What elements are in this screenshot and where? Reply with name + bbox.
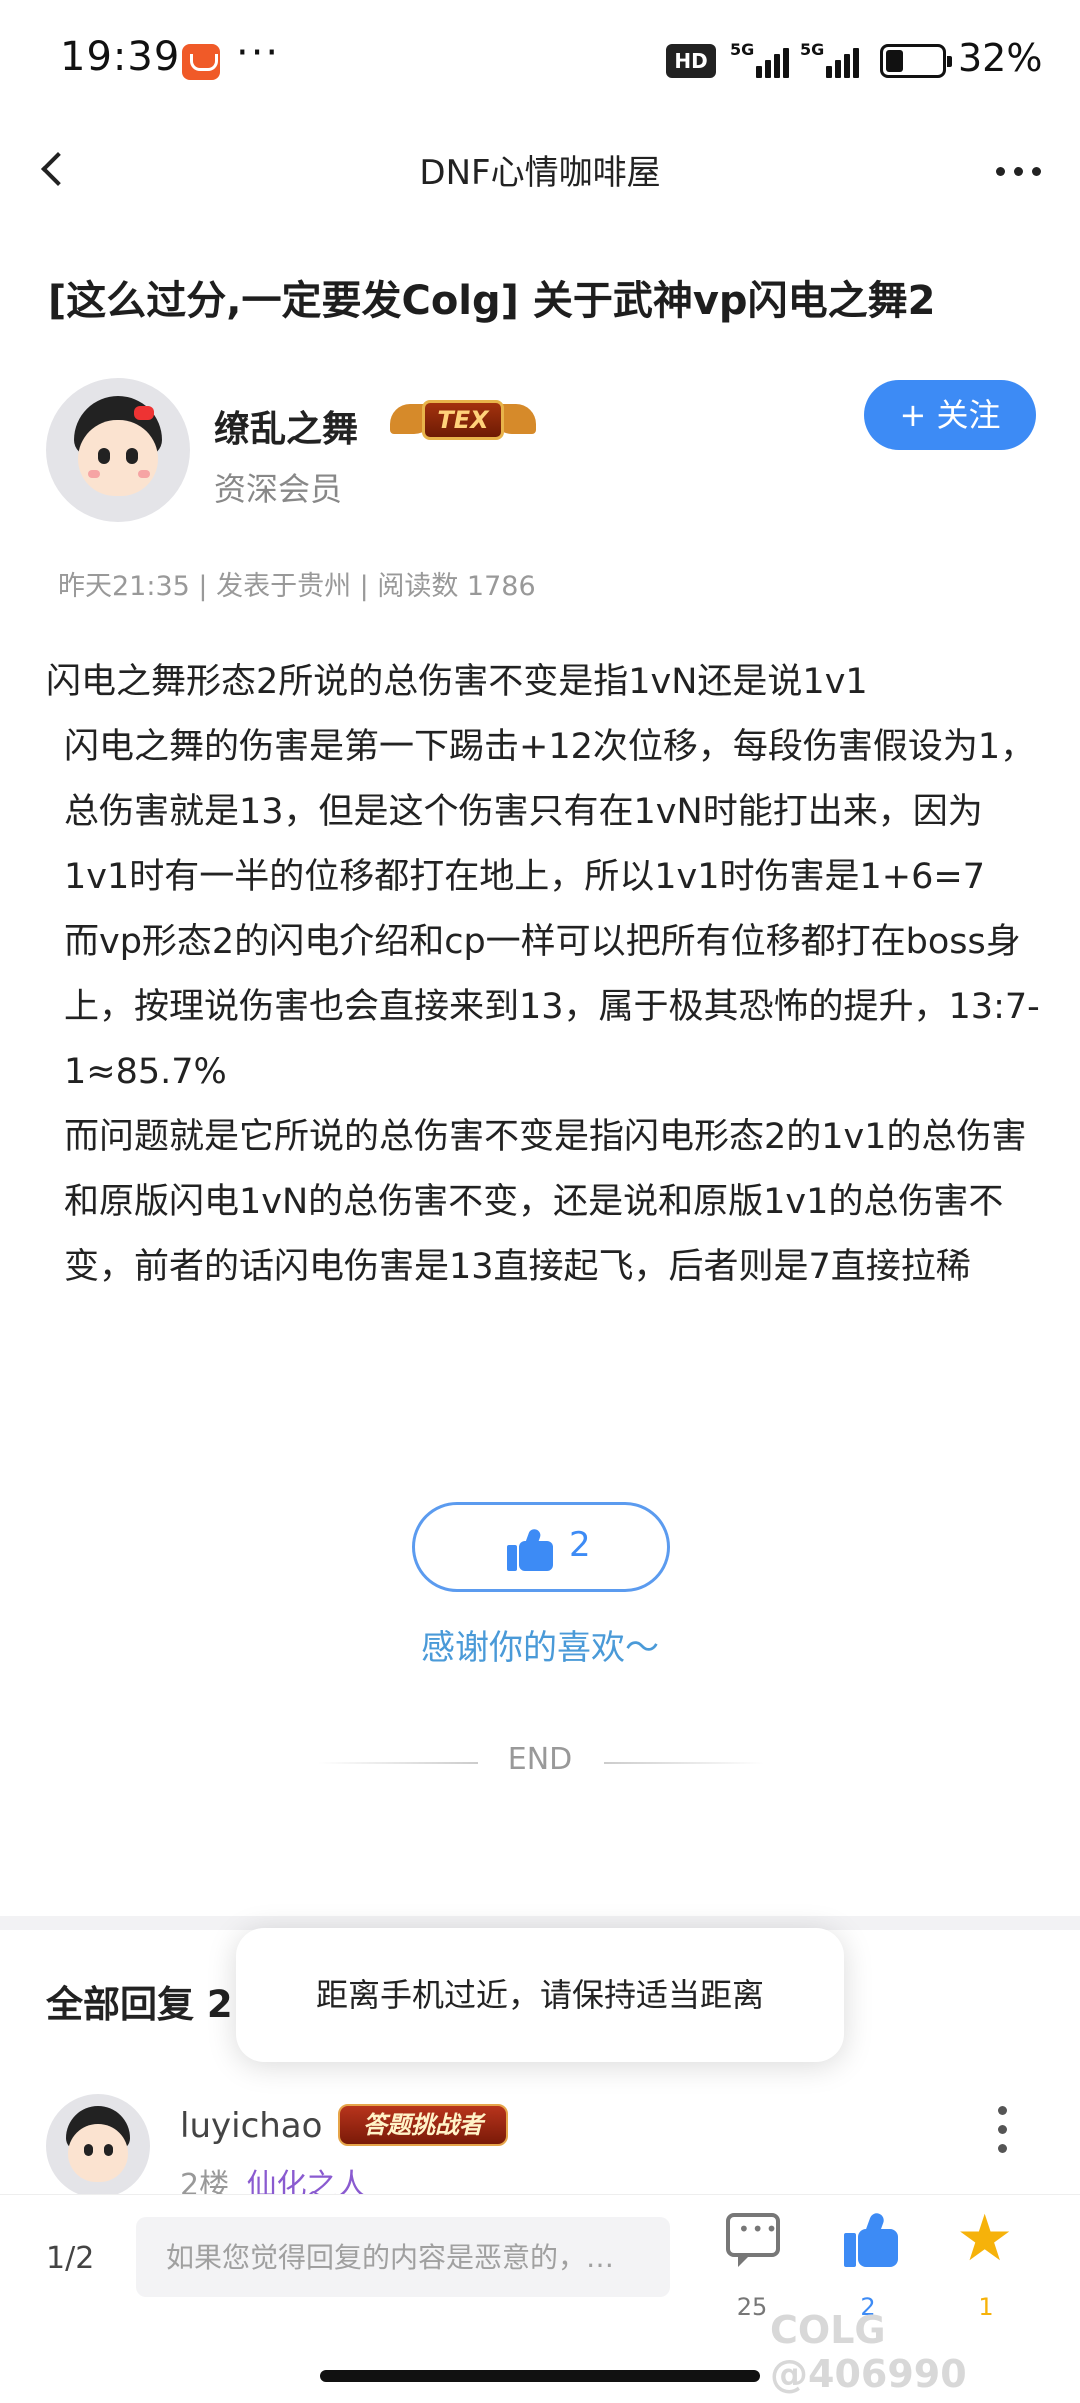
page-indicator[interactable]: 1/2 bbox=[46, 2241, 94, 2276]
reply-author-name[interactable]: luyichao bbox=[180, 2106, 322, 2146]
author-name[interactable]: 缭乱之舞 bbox=[214, 400, 358, 452]
replies-heading: 全部回复 2 bbox=[46, 1983, 233, 2026]
level-badge: TEX bbox=[390, 398, 536, 444]
hd-voice-icon: HD bbox=[666, 44, 716, 78]
body-paragraph: 闪电之舞形态2所说的总伤害不变是指1vN还是说1v1 bbox=[46, 662, 868, 702]
star-icon: ★ bbox=[956, 2202, 1014, 2276]
author-role: 资深会员 bbox=[214, 470, 343, 508]
body-paragraph: 而问题就是它所说的总伤害不变是指闪电形态2的1v1的总伤害和原版闪电1vN的总伤… bbox=[64, 1117, 1027, 1287]
author-avatar[interactable] bbox=[46, 378, 190, 522]
forum-title: DNF心情咖啡屋 bbox=[419, 153, 661, 193]
post-body: 闪电之舞形态2所说的总伤害不变是指1vN还是说1v1 闪电之舞的伤害是第一下踢击… bbox=[46, 650, 1046, 1300]
reply-author-badge: 答题挑战者 bbox=[338, 2104, 508, 2146]
body-paragraph: 而vp形态2的闪电介绍和cp一样可以把所有位移都打在boss身上，按理说伤害也会… bbox=[64, 922, 1040, 1092]
signal-icon-1: 5G bbox=[730, 40, 796, 80]
reply-more-icon[interactable] bbox=[996, 2106, 1010, 2154]
thanks-text: 感谢你的喜欢～ bbox=[421, 1628, 659, 1668]
reply-avatar[interactable] bbox=[46, 2094, 150, 2198]
battery-percent: 32% bbox=[958, 36, 1043, 80]
like-button[interactable]: 2 bbox=[412, 1502, 670, 1592]
thumbs-up-icon bbox=[507, 1527, 555, 1571]
reply-input[interactable] bbox=[136, 2217, 670, 2297]
top-nav-bar: DNF心情咖啡屋 bbox=[0, 125, 1080, 215]
more-notifications-icon: ··· bbox=[236, 30, 281, 76]
battery-icon bbox=[880, 44, 952, 78]
watermark: COLG @406990 bbox=[770, 2308, 967, 2396]
end-marker: END bbox=[507, 1742, 573, 1777]
comment-icon bbox=[726, 2213, 780, 2267]
end-divider-right bbox=[604, 1762, 764, 1764]
proximity-toast: 距离手机过近，请保持适当距离 bbox=[236, 1928, 844, 2062]
more-options-icon[interactable] bbox=[990, 149, 1050, 189]
follow-button[interactable]: + 关注 bbox=[864, 380, 1036, 450]
status-bar: 19:39 ··· HD 5G 5G 32% bbox=[0, 0, 1080, 125]
post-title: [这么过分,一定要发Colg] 关于武神vp闪电之舞2 bbox=[48, 278, 936, 324]
app-notification-icon bbox=[182, 44, 220, 80]
thumbs-up-icon bbox=[844, 2211, 900, 2267]
home-indicator[interactable] bbox=[320, 2370, 760, 2382]
signal-icon-2: 5G bbox=[800, 40, 866, 80]
post-meta: 昨天21:35 | 发表于贵州 | 阅读数 1786 bbox=[58, 571, 536, 602]
body-paragraph: 闪电之舞的伤害是第一下踢击+12次位移，每段伤害假设为1，总伤害就是13，但是这… bbox=[64, 727, 1036, 897]
status-time: 19:39 bbox=[60, 34, 181, 80]
like-count: 2 bbox=[569, 1525, 591, 1565]
